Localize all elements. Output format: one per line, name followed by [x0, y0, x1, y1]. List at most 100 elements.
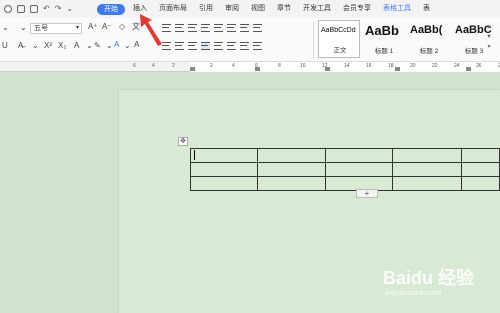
table-cell[interactable] [460, 148, 500, 163]
tab-5[interactable]: 视图 [245, 0, 271, 18]
tab-3[interactable]: 引用 [193, 0, 219, 18]
table-cell[interactable] [325, 162, 394, 177]
table-cell[interactable] [256, 148, 327, 163]
chinese-layout-icon[interactable] [214, 24, 223, 32]
table-cell[interactable] [460, 176, 500, 191]
separator [313, 22, 314, 58]
ruler-number: 12 [322, 63, 328, 69]
subscript-icon[interactable]: X₂ [58, 41, 66, 51]
align-right-icon[interactable] [188, 42, 197, 50]
table-cell[interactable] [256, 176, 327, 191]
style-card[interactable]: AaBb 标题 1 [363, 20, 405, 58]
table-move-handle-icon[interactable]: ✥ [178, 137, 188, 146]
style-sample: AaBb [365, 23, 399, 38]
scroll-down-icon[interactable]: ▼ [484, 32, 494, 42]
print-preview-icon[interactable] [30, 5, 38, 13]
tab-9[interactable]: 表格工具 [377, 0, 417, 18]
underline-dropdown-icon[interactable]: ⌄ [2, 23, 9, 33]
document-table[interactable] [190, 148, 500, 191]
dropdown-icon[interactable]: ⌄ [106, 41, 113, 51]
distribute-icon[interactable] [214, 42, 223, 50]
table-cell[interactable] [256, 162, 327, 177]
strikethrough-icon[interactable]: A̶ [18, 41, 23, 51]
show-marks-icon[interactable] [240, 24, 249, 32]
sort-icon[interactable] [227, 24, 236, 32]
column-marker[interactable] [466, 67, 471, 71]
font-color-icon[interactable]: A [114, 40, 119, 50]
style-gallery-scroll[interactable]: ▲ ▼ ▾ [484, 22, 494, 56]
paragraph-row-2 [162, 42, 262, 50]
redo-icon[interactable]: ↷ [55, 5, 62, 13]
highlight-icon[interactable]: ✎ [94, 41, 101, 51]
ruler-number: 4 [232, 63, 235, 69]
justify-icon[interactable] [201, 42, 210, 50]
left-indent-marker[interactable] [190, 67, 195, 71]
style-card[interactable]: AaBb(标题 2 [408, 20, 450, 58]
style-gallery: AaBbCcDd 正文 AaBb 标题 1 AaBb(标题 2 AaBbC 标题 3 [318, 20, 495, 60]
ruler-number: 24 [454, 63, 460, 69]
style-name: 标题 1 [374, 48, 394, 55]
grow-font-icon[interactable]: A⁺ [88, 22, 98, 32]
menu-tab-bar: ↶ ↷ ⌄ 开始 插入 页面布局 引用 审阅 视图 章节 开发工具 会员专享 表格工具表 [0, 0, 500, 18]
table-cell[interactable] [392, 176, 462, 191]
tab-6[interactable]: 章节 [271, 0, 297, 18]
baidu-watermark: Baidu 经验 jingyan.baidu.com [383, 260, 495, 310]
superscript-icon[interactable]: X² [44, 41, 52, 51]
chevron-down-icon: ▾ [75, 25, 79, 31]
horizontal-ruler[interactable]: 642246810121416182022242628 [0, 62, 500, 72]
quick-access-toolbar: ↶ ↷ ⌄ [0, 5, 73, 13]
save-icon[interactable] [4, 5, 12, 13]
ruler-number: 18 [388, 63, 394, 69]
table-cell[interactable] [392, 148, 462, 163]
text-cursor [194, 150, 195, 160]
increase-indent-icon[interactable] [201, 24, 210, 32]
text-effect-icon[interactable]: A [74, 41, 79, 51]
font-size-select[interactable]: 五号 ▾ [30, 23, 82, 34]
table-cell[interactable] [190, 148, 258, 163]
shading-icon[interactable] [240, 42, 249, 50]
column-marker[interactable] [395, 67, 400, 71]
undo-icon[interactable]: ↶ [43, 5, 50, 13]
dropdown-icon[interactable]: ⌄ [32, 41, 39, 51]
add-row-button[interactable]: + [356, 189, 378, 198]
dropdown-icon[interactable]: ⌄ [86, 41, 93, 51]
decrease-indent-icon[interactable] [188, 24, 197, 32]
align-center-icon[interactable] [175, 42, 184, 50]
table-cell[interactable] [392, 162, 462, 177]
style-name: 标题 2 [419, 48, 439, 55]
style-name: 正文 [333, 47, 347, 54]
font-size-value: 五号 [34, 25, 48, 32]
font-dropdown-icon[interactable]: ⌄ [20, 23, 27, 33]
ruler-number: 8 [278, 63, 281, 69]
ruler-number: 26 [476, 63, 482, 69]
table-cell[interactable] [460, 162, 500, 177]
line-spacing-icon[interactable] [227, 42, 236, 50]
more-icon[interactable]: ⌄ [66, 5, 73, 13]
tab-4[interactable]: 审阅 [219, 0, 245, 18]
tab-0[interactable]: 开始 [97, 3, 125, 15]
table-cell[interactable] [190, 162, 258, 177]
shrink-font-icon[interactable]: A⁻ [102, 22, 112, 32]
paragraph-row-1 [162, 24, 262, 32]
ruler-number: 20 [410, 63, 416, 69]
tab-10[interactable]: 表 [417, 0, 436, 18]
print-icon[interactable] [17, 5, 25, 13]
style-card[interactable]: AaBbCcDd 正文 [318, 20, 360, 58]
clear-format-icon[interactable]: ◇ [119, 22, 125, 32]
table-cell[interactable] [190, 176, 258, 191]
expand-gallery-icon[interactable]: ▾ [484, 42, 494, 52]
ruler-number: 16 [366, 63, 372, 69]
ruler-number: 10 [300, 63, 306, 69]
underline-icon[interactable]: U [2, 41, 8, 51]
numbered-list-icon[interactable] [175, 24, 184, 32]
tab-7[interactable]: 开发工具 [297, 0, 337, 18]
ruler-number: 2 [210, 63, 213, 69]
ruler-number: 2 [172, 63, 175, 69]
watermark-brand: Baidu 经验 [383, 268, 475, 288]
scroll-up-icon[interactable]: ▲ [484, 22, 494, 32]
table-cell[interactable] [325, 148, 394, 163]
table-borders-icon[interactable] [253, 24, 262, 32]
dropdown-icon[interactable]: ⌄ [124, 41, 131, 51]
borders-icon[interactable] [253, 42, 262, 50]
tab-8[interactable]: 会员专享 [337, 0, 377, 18]
